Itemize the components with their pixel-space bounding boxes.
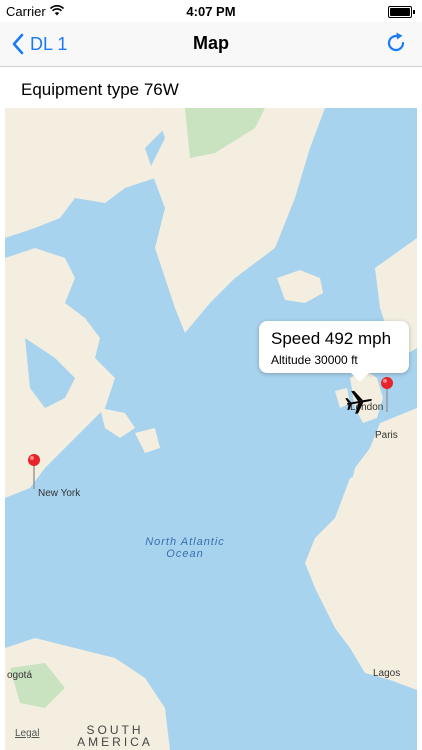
map-pin-icon (28, 454, 40, 489)
flight-info-callout: Speed 492 mph Altitude 30000 ft (259, 321, 409, 382)
city-label-bogota: ogotá (7, 670, 33, 681)
map-base (5, 108, 417, 750)
status-time: 4:07 PM (186, 4, 236, 19)
ocean-label: North Atlantic Ocean (125, 536, 245, 560)
navigation-bar: DL 1 Map (0, 22, 422, 67)
city-label-new-york: New York (38, 488, 81, 499)
flight-map[interactable]: North Atlantic Ocean SOUTH AMERICA New Y… (5, 108, 417, 750)
origin-pin[interactable] (27, 453, 41, 493)
ocean-label-line1: North Atlantic (145, 536, 225, 548)
airplane-icon (345, 390, 372, 414)
map-pin-icon (381, 377, 393, 412)
refresh-icon (387, 32, 405, 52)
refresh-button[interactable] (384, 31, 408, 55)
battery-icon (388, 6, 415, 18)
city-label-lagos: Lagos (373, 668, 401, 679)
page-title: Map (193, 33, 229, 53)
status-bar: Carrier 4:07 PM (0, 0, 422, 22)
destination-pin[interactable] (380, 376, 394, 416)
equipment-type-label: Equipment type 76W (21, 80, 179, 99)
aircraft-marker[interactable] (345, 388, 373, 414)
legal-link[interactable]: Legal (15, 728, 39, 739)
speed-label: Speed 492 mph (271, 329, 392, 348)
continent-label-line2: AMERICA (77, 735, 153, 749)
continent-label: SOUTH AMERICA (65, 724, 165, 748)
altitude-label: Altitude 30000 ft (271, 353, 358, 367)
city-label-paris: Paris (375, 430, 398, 441)
ocean-label-line2: Ocean (166, 548, 204, 560)
